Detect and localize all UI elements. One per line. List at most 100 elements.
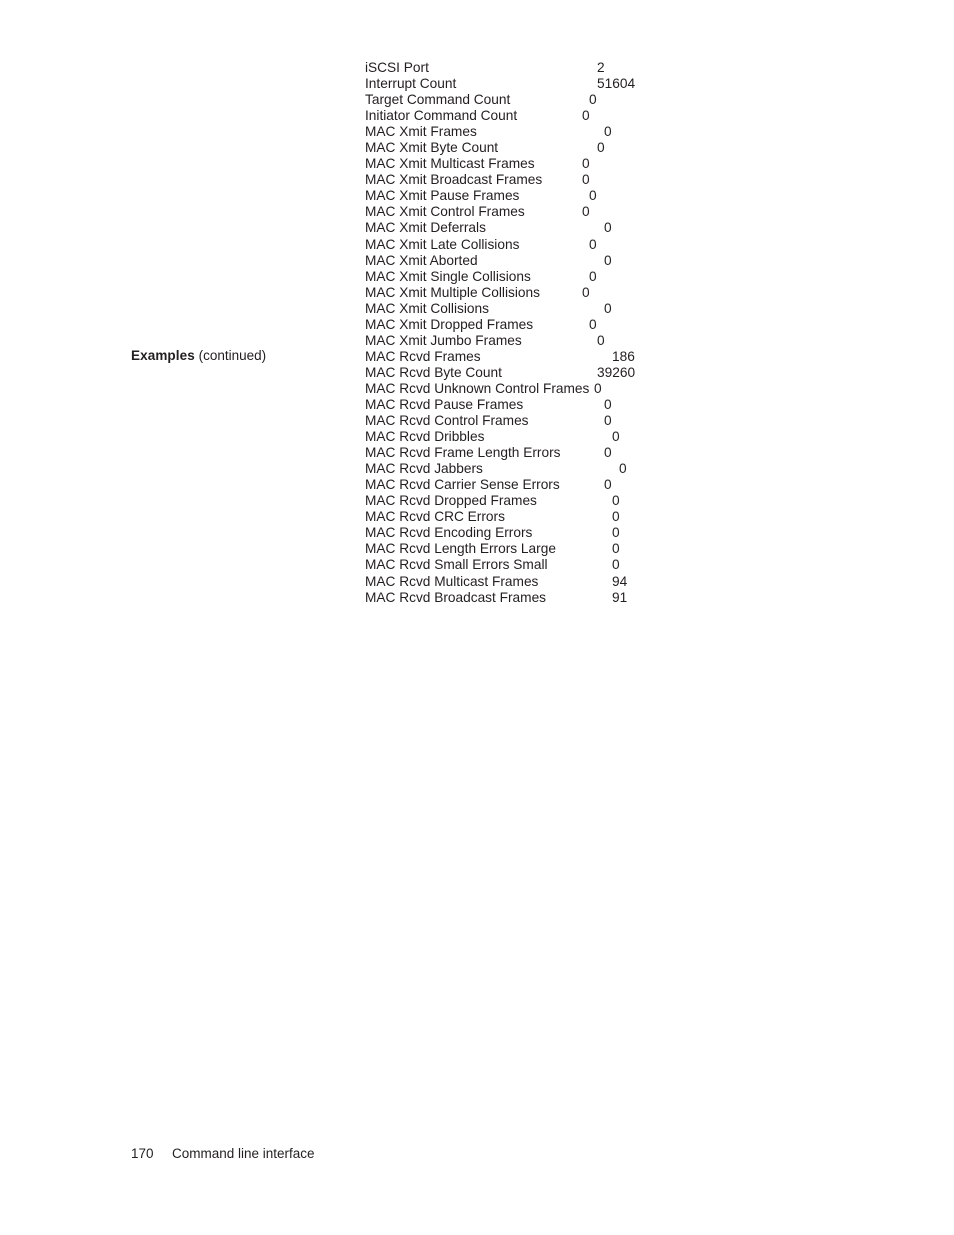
listing-row-label: MAC Rcvd Byte Count [365, 364, 502, 380]
listing-row-label: MAC Xmit Byte Count [365, 140, 499, 156]
listing-row-label: MAC Rcvd Carrier Sense Errors [365, 477, 560, 493]
listing-row-value: 0 [597, 332, 605, 348]
listing-row: MAC Xmit Jumbo Frames 0 [365, 333, 785, 349]
listing-row-label: Target Command Count [365, 92, 511, 108]
section-heading-qualifier: (continued) [194, 348, 267, 363]
listing-row-value: 0 [612, 557, 620, 573]
listing-row-label: MAC Rcvd Length Errors Large [365, 541, 556, 557]
listing-row-label: MAC Xmit Aborted [365, 252, 478, 268]
listing-row-label: MAC Rcvd Broadcast Frames [365, 589, 547, 605]
example-output-listing: iSCSI Port 2 Interrupt Count 51604 Target Co… [365, 60, 785, 606]
listing-row-value: 186 [612, 348, 635, 364]
listing-row: MAC Xmit Multiple Collisions 0 [365, 285, 785, 301]
listing-row: MAC Xmit Frames 0 [365, 124, 785, 140]
listing-row: MAC Rcvd Pause Frames 0 [365, 397, 785, 413]
listing-row: Initiator Command Count 0 [365, 108, 785, 124]
listing-row-value: 0 [604, 445, 612, 461]
listing-row-value: 0 [582, 172, 590, 188]
listing-row-value: 0 [604, 477, 612, 493]
page-footer: 170 Command line interface [131, 1145, 315, 1162]
listing-row-value: 0 [604, 220, 612, 236]
listing-row: MAC Rcvd Dribbles 0 [365, 429, 785, 445]
listing-row-value: 0 [589, 316, 597, 332]
listing-row-value: 0 [604, 413, 612, 429]
listing-row-label: MAC Xmit Frames [365, 124, 477, 140]
listing-row: MAC Rcvd Broadcast Frames 91 [365, 590, 785, 606]
listing-row-label: MAC Rcvd Dribbles [365, 429, 485, 445]
listing-row-label: Interrupt Count [365, 76, 457, 92]
listing-row: MAC Xmit Pause Frames 0 [365, 188, 785, 204]
listing-row-label: iSCSI Port [365, 60, 429, 75]
listing-row-value: 0 [589, 268, 597, 284]
listing-row-value: 0 [582, 156, 590, 172]
listing-row-value: 0 [612, 525, 620, 541]
listing-row-label: MAC Xmit Multiple Collisions [365, 284, 540, 300]
listing-row-label: MAC Rcvd Dropped Frames [365, 493, 537, 509]
listing-row-label: MAC Rcvd Pause Frames [365, 396, 524, 412]
listing-row: iSCSI Port 2 [365, 60, 785, 76]
listing-row-value: 51604 [597, 76, 636, 92]
listing-row-label: MAC Rcvd Control Frames [365, 413, 529, 429]
listing-row-value: 0 [582, 108, 590, 124]
listing-row-value: 0 [604, 300, 612, 316]
listing-row-value: 0 [604, 252, 612, 268]
listing-row-label: MAC Xmit Dropped Frames [365, 316, 534, 332]
listing-row-label: MAC Rcvd Multicast Frames [365, 573, 539, 589]
listing-row-value: 0 [619, 461, 627, 477]
listing-row-label: MAC Rcvd Frame Length Errors [365, 445, 561, 461]
document-page: Examples (continued) iSCSI Port 2 Interrup… [0, 0, 954, 1235]
listing-row-value: 0 [604, 124, 612, 140]
listing-row-label: Initiator Command Count [365, 108, 518, 124]
listing-row-value: 0 [612, 493, 620, 509]
footer-page-number: 170 [131, 1146, 154, 1161]
listing-row-value: 2 [597, 60, 605, 75]
listing-row-label: MAC Rcvd Jabbers [365, 461, 483, 477]
listing-row-label: MAC Xmit Multicast Frames [365, 156, 535, 172]
listing-row: MAC Xmit Control Frames 0 [365, 204, 785, 220]
listing-row-label: MAC Xmit Single Collisions [365, 268, 531, 284]
listing-row: MAC Rcvd Length Errors Large 0 [365, 541, 785, 557]
listing-row: MAC Xmit Aborted 0 [365, 253, 785, 269]
listing-row: MAC Xmit Single Collisions 0 [365, 269, 785, 285]
listing-row: MAC Xmit Dropped Frames 0 [365, 317, 785, 333]
listing-row-label: MAC Rcvd Small Errors Small [365, 557, 548, 573]
listing-row: MAC Xmit Multicast Frames 0 [365, 156, 785, 172]
listing-row-value: 0 [594, 380, 602, 396]
listing-row-value: 0 [597, 140, 605, 156]
listing-row-value: 0 [589, 236, 597, 252]
footer-chapter-title: Command line interface [172, 1146, 315, 1161]
listing-row-label: MAC Rcvd CRC Errors [365, 509, 505, 525]
listing-row-value: 0 [589, 92, 597, 108]
listing-row-value: 0 [612, 429, 620, 445]
listing-row: MAC Rcvd Encoding Errors 0 [365, 525, 785, 541]
listing-row-label: MAC Xmit Control Frames [365, 204, 525, 220]
listing-row-label: MAC Rcvd Frames [365, 348, 481, 364]
listing-row-value: 39260 [597, 364, 636, 380]
listing-row: MAC Rcvd Multicast Frames 94 [365, 574, 785, 590]
section-heading-examples-continued: Examples (continued) [131, 348, 266, 364]
listing-row: Target Command Count 0 [365, 92, 785, 108]
listing-row-label: MAC Xmit Deferrals [365, 220, 486, 236]
listing-row: MAC Xmit Collisions 0 [365, 301, 785, 317]
listing-row: MAC Rcvd Frames 186 [365, 349, 785, 365]
listing-row: Interrupt Count 51604 [365, 76, 785, 92]
listing-row: MAC Xmit Byte Count 0 [365, 140, 785, 156]
listing-row-value: 0 [612, 541, 620, 557]
listing-row: MAC Xmit Late Collisions 0 [365, 237, 785, 253]
listing-row-value: 0 [582, 204, 590, 220]
listing-row: MAC Rcvd Control Frames 0 [365, 413, 785, 429]
listing-row-value: 0 [612, 509, 620, 525]
listing-row-label: MAC Xmit Collisions [365, 300, 489, 316]
listing-row: MAC Rcvd Unknown Control Frames 0 [365, 381, 785, 397]
listing-row: MAC Rcvd Jabbers 0 [365, 461, 785, 477]
listing-row-value: 94 [612, 573, 628, 589]
listing-row: MAC Rcvd Carrier Sense Errors 0 [365, 477, 785, 493]
listing-row-value: 0 [589, 188, 597, 204]
listing-row-label: MAC Xmit Late Collisions [365, 236, 520, 252]
listing-row-label: MAC Rcvd Encoding Errors [365, 525, 533, 541]
listing-row: MAC Rcvd Dropped Frames 0 [365, 493, 785, 509]
listing-row-label: MAC Xmit Broadcast Frames [365, 172, 543, 188]
listing-row-value: 91 [612, 589, 628, 605]
listing-row-value: 0 [604, 396, 612, 412]
listing-row: MAC Xmit Broadcast Frames 0 [365, 172, 785, 188]
